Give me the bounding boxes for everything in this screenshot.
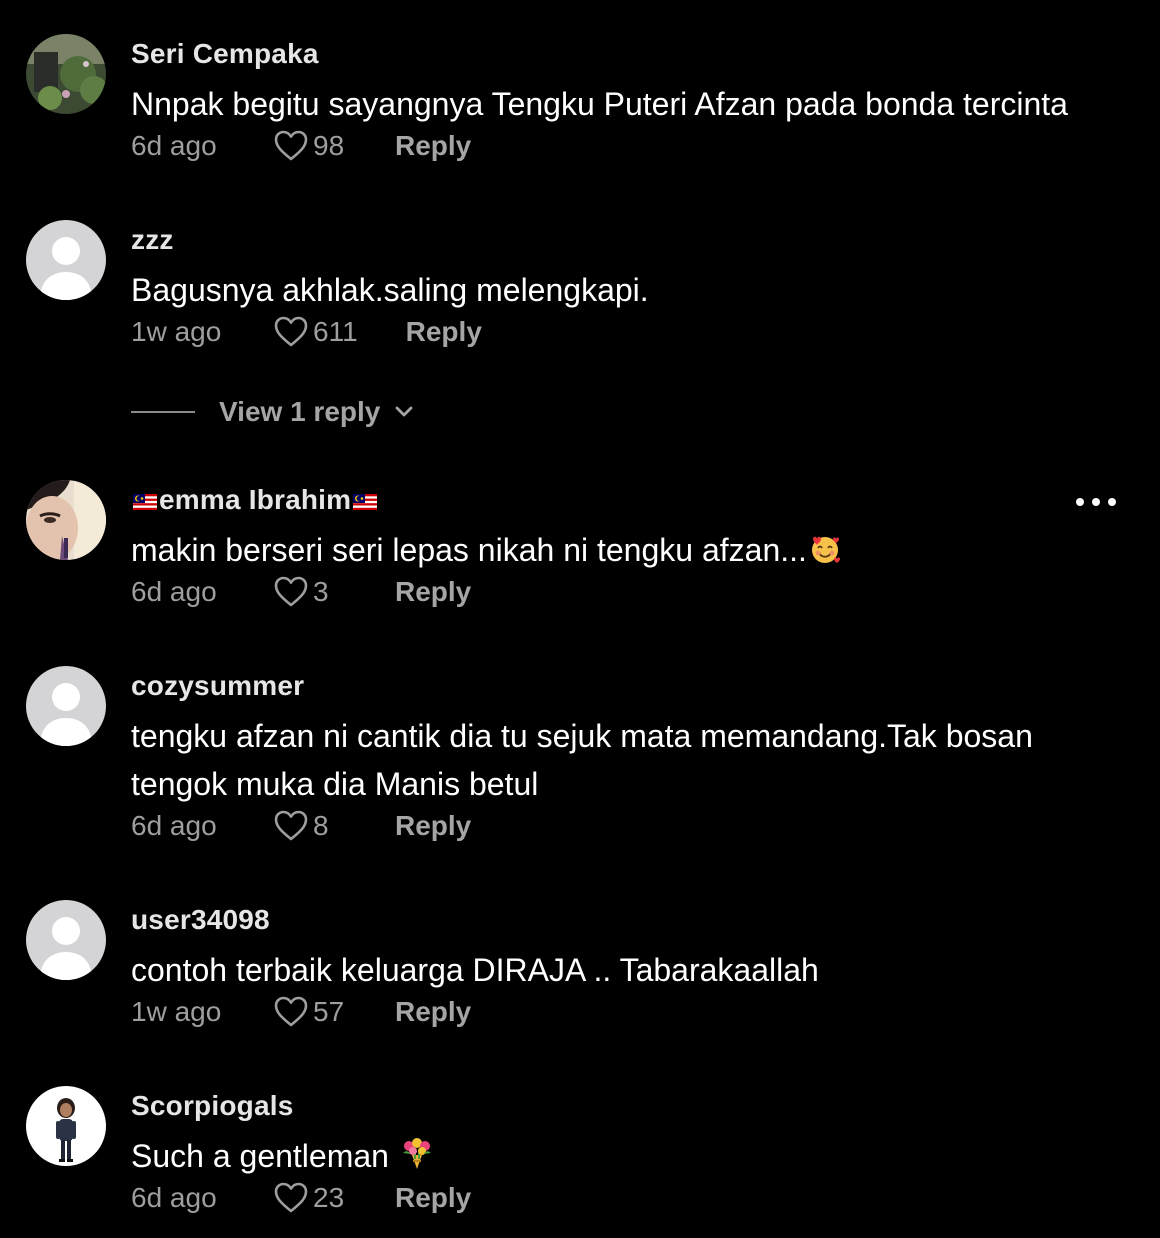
like-count: 57 <box>313 996 345 1027</box>
default-avatar-icon <box>26 220 106 300</box>
comment-meta: 6d ago 8 Reply <box>131 806 471 846</box>
username[interactable]: cozysummer <box>131 670 304 702</box>
comment-text: contoh terbaik keluarga DIRAJA .. Tabara… <box>131 952 819 988</box>
like-count: 611 <box>313 316 358 347</box>
heart-icon <box>274 810 308 841</box>
heart-icon <box>274 576 308 607</box>
timestamp: 6d ago <box>131 576 217 607</box>
reply-button[interactable]: Reply <box>406 316 482 348</box>
avatar-figure-icon <box>26 1086 106 1166</box>
avatar[interactable] <box>26 220 106 300</box>
like-count: 3 <box>313 576 329 607</box>
username-text: emma Ibrahim <box>159 484 352 515</box>
like-button[interactable]: 57 <box>273 995 395 1029</box>
default-avatar-icon <box>26 666 106 746</box>
chevron-down-icon <box>395 406 413 417</box>
comment-meta: 6d ago 23 Reply <box>131 1178 471 1218</box>
heart-icon <box>274 130 308 161</box>
divider-line <box>131 411 195 413</box>
malaysia-flag-icon <box>353 493 378 510</box>
like-count: 98 <box>313 130 345 161</box>
timestamp: 6d ago <box>131 810 217 841</box>
comment-text-body: makin berseri seri lepas nikah ni tengku… <box>131 532 807 568</box>
avatar[interactable] <box>26 666 106 746</box>
garden-photo-icon <box>26 34 106 114</box>
comment-meta: 6d ago 98 Reply <box>131 126 471 166</box>
comment-meta: 6d ago 3 Reply <box>131 572 471 612</box>
timestamp: 1w ago <box>131 996 222 1027</box>
view-replies-label: View 1 reply <box>219 396 381 427</box>
like-button[interactable]: 8 <box>273 809 395 843</box>
like-button[interactable]: 23 <box>273 1181 395 1215</box>
dot <box>1076 498 1084 506</box>
avatar[interactable] <box>26 900 106 980</box>
dot <box>1092 498 1100 506</box>
like-count: 23 <box>313 1182 345 1213</box>
comment-meta: 1w ago 57 Reply <box>131 992 471 1032</box>
default-avatar-icon <box>26 900 106 980</box>
woman-face-photo-icon <box>26 480 106 560</box>
like-button[interactable]: 611 <box>273 315 406 349</box>
like-button[interactable]: 98 <box>273 129 395 163</box>
username[interactable]: zzz <box>131 224 174 256</box>
comment-text: Nnpak begitu sayangnya Tengku Puteri Afz… <box>131 86 1068 122</box>
heart-icon <box>274 316 308 347</box>
reply-button[interactable]: Reply <box>395 576 471 608</box>
username[interactable]: user34098 <box>131 904 270 936</box>
comment-text: Such a gentleman <box>131 1132 1111 1180</box>
reply-button[interactable]: Reply <box>395 1182 471 1214</box>
heart-icon <box>274 1182 308 1213</box>
comment-text-body: Such a gentleman <box>131 1138 389 1174</box>
like-button[interactable]: 3 <box>273 575 395 609</box>
avatar[interactable] <box>26 480 106 560</box>
username[interactable]: Scorpiogals <box>131 1090 293 1122</box>
username[interactable]: Seri Cempaka <box>131 38 319 70</box>
comment-text: makin berseri seri lepas nikah ni tengku… <box>131 526 1111 574</box>
view-replies-button[interactable]: View 1 reply <box>131 392 414 432</box>
timestamp: 6d ago <box>131 1182 217 1213</box>
smiling-face-with-hearts-icon <box>811 536 840 563</box>
comment-text: Bagusnya akhlak.saling melengkapi. <box>131 272 649 308</box>
dot <box>1108 498 1116 506</box>
comment-meta: 1w ago 611 Reply <box>131 312 482 352</box>
reply-button[interactable]: Reply <box>395 996 471 1028</box>
comment-list: Seri Cempaka Nnpak begitu sayangnya Teng… <box>0 0 1160 1238</box>
comment-text: tengku afzan ni cantik dia tu sejuk mata… <box>131 718 1033 802</box>
timestamp: 1w ago <box>131 316 222 347</box>
timestamp: 6d ago <box>131 130 217 161</box>
bouquet-icon <box>402 1138 431 1169</box>
reply-button[interactable]: Reply <box>395 130 471 162</box>
avatar[interactable] <box>26 34 106 114</box>
username[interactable]: emma Ibrahim <box>131 484 379 516</box>
avatar[interactable] <box>26 1086 106 1166</box>
more-options-button[interactable] <box>1076 490 1116 514</box>
like-count: 8 <box>313 810 329 841</box>
malaysia-flag-icon <box>133 493 157 510</box>
reply-button[interactable]: Reply <box>395 810 471 842</box>
heart-icon <box>274 996 308 1027</box>
